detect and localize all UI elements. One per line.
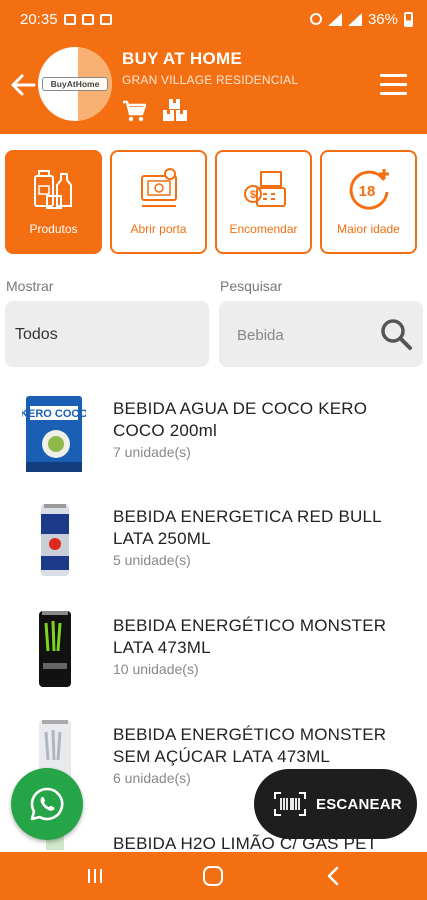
action-tiles: Produtos Abrir porta $ Encomendar 18 Mai… [5,150,423,254]
product-item[interactable]: KERO COCO BEBIDA AGUA DE COCO KERO COCO … [0,380,427,488]
scan-button[interactable]: ESCANEAR [254,769,417,839]
recent-apps-icon[interactable] [86,867,104,885]
svg-text:$: $ [250,189,256,201]
whatsapp-button[interactable] [11,768,83,840]
show-filter-label: Mostrar [6,278,54,294]
message-icon [63,13,76,25]
store-title: BUY AT HOME [122,49,243,68]
search-input[interactable] [237,323,367,347]
status-bar: 20:35 36% [0,0,427,38]
product-image-red-bull [41,504,69,576]
battery-percent: 36% [367,10,398,28]
status-time: 20:35 [20,10,58,28]
store-logo: BuyAtHome [38,47,112,121]
tile-label: Maior idade [337,222,400,236]
product-image-monster [39,611,71,687]
back-arrow-icon[interactable] [10,72,36,98]
product-item[interactable]: BEBIDA ENERGETICA RED BULL LATA 250ML 5 … [0,488,427,596]
tile-produtos[interactable]: Produtos [5,150,102,254]
svg-text:KERO COCO: KERO COCO [22,408,86,420]
search-icon[interactable] [379,317,413,351]
signal-icon [347,12,362,26]
boxes-icon[interactable] [162,98,188,122]
tile-encomendar[interactable]: $ Encomendar [215,150,312,254]
product-quantity: 10 unidade(s) [113,661,199,677]
app-header: BuyAtHome BUY AT HOME GRAN VILLAGE RESID… [0,38,427,134]
product-name: BEBIDA ENERGÉTICO MONSTER LATA 473ML [113,616,387,657]
product-quantity: 6 unidade(s) [113,770,191,786]
battery-icon [404,11,413,27]
product-quantity: 7 unidade(s) [113,444,191,460]
app-screen: 20:35 36% BuyAtHome BUY AT HOME GRAN VIL… [0,0,427,900]
register-icon: $ [244,171,286,207]
store-subtitle: GRAN VILLAGE RESIDENCIAL [122,73,299,87]
gallery-icon [99,13,112,25]
whatsapp-icon [30,787,64,821]
tile-abrir-porta[interactable]: Abrir porta [110,150,207,254]
hamburger-menu-icon[interactable] [380,74,407,95]
door-open-icon [141,168,177,207]
search-label: Pesquisar [220,278,283,294]
logo-text: BuyAtHome [42,77,108,91]
product-image-coconut-water: KERO COCO [22,396,86,472]
cart-icon[interactable] [122,100,146,122]
barcode-scan-icon [274,792,306,816]
age-18-icon: 18 [349,169,389,210]
product-item[interactable]: BEBIDA ENERGÉTICO MONSTER LATA 473ML 10 … [0,597,427,705]
tile-label: Encomendar [229,222,298,236]
tile-maior-idade[interactable]: 18 Maior idade [320,150,417,254]
alarm-icon [309,13,322,25]
search-field [219,301,423,367]
show-filter-select[interactable]: Todos [5,301,209,367]
product-name: BEBIDA ENERGÉTICO MONSTER SEM AÇÚCAR LAT… [113,725,387,766]
home-icon[interactable] [203,866,223,886]
system-nav-bar [0,852,427,900]
svg-text:18: 18 [359,183,376,200]
scan-label: ESCANEAR [316,796,402,813]
notification-icon [81,13,94,25]
grocery-icon [34,170,72,209]
tile-label: Abrir porta [130,222,187,236]
wifi-icon [327,12,342,26]
product-name: BEBIDA ENERGETICA RED BULL LATA 250ML [113,507,382,548]
back-nav-icon[interactable] [326,866,340,886]
product-name: BEBIDA AGUA DE COCO KERO COCO 200ml [113,399,368,440]
tile-label: Produtos [29,222,78,236]
product-quantity: 5 unidade(s) [113,552,191,568]
